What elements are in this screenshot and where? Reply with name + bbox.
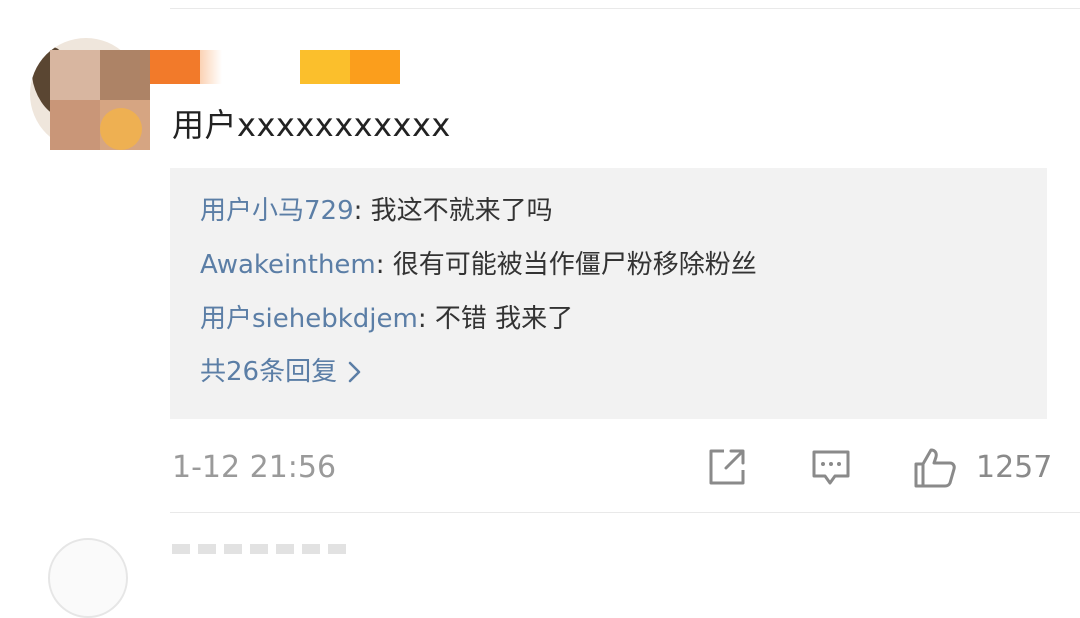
- reply-item[interactable]: Awakeinthem: 很有可能被当作僵尸粉移除粉丝: [200, 247, 757, 283]
- comment-icon[interactable]: [810, 446, 852, 488]
- reply-text: 不错 我来了: [434, 304, 574, 334]
- reply-text: 很有可能被当作僵尸粉移除粉丝: [392, 250, 757, 280]
- avatar-badge: [100, 108, 142, 150]
- next-comment-name[interactable]: [172, 544, 352, 554]
- avatar[interactable]: [30, 38, 150, 150]
- like-count: 1257: [976, 450, 1053, 485]
- divider-top: [170, 8, 1080, 9]
- reply-text: 我这不就来了吗: [370, 196, 553, 226]
- reply-author[interactable]: 用户siehebkdjem: [200, 304, 418, 334]
- divider-bottom: [170, 512, 1080, 513]
- reply-separator: :: [375, 250, 393, 280]
- more-replies-link[interactable]: 共26条回复: [200, 354, 363, 390]
- timestamp: 1-12 21:56: [172, 450, 337, 485]
- more-replies-label: 共26条回复: [200, 357, 338, 387]
- next-comment-avatar[interactable]: [48, 538, 128, 618]
- reply-author[interactable]: Awakeinthem: [200, 250, 376, 280]
- comment-text: 用户xxxxxxxxxxx: [172, 106, 451, 144]
- reply-author[interactable]: 用户小马729: [200, 196, 354, 226]
- chevron-right-icon: [348, 361, 361, 383]
- like-icon[interactable]: [912, 446, 958, 490]
- reply-separator: :: [353, 196, 371, 226]
- reply-item[interactable]: 用户小马729: 我这不就来了吗: [200, 193, 553, 229]
- reply-item[interactable]: 用户siehebkdjem: 不错 我来了: [200, 301, 573, 337]
- share-icon[interactable]: [706, 446, 748, 488]
- reply-separator: :: [417, 304, 435, 334]
